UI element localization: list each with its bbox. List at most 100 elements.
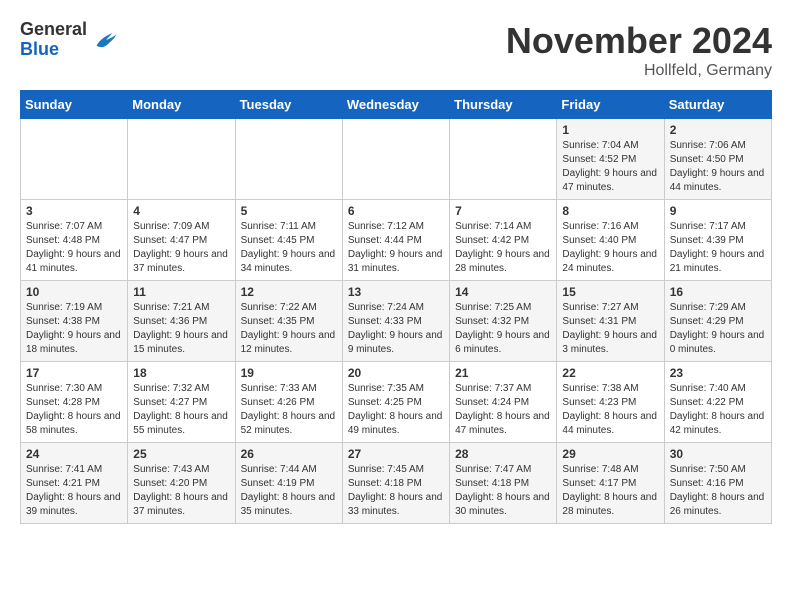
- calendar-cell: 19 Sunrise: 7:33 AM Sunset: 4:26 PM Dayli…: [235, 362, 342, 443]
- header-friday: Friday: [557, 91, 664, 119]
- day-info: Sunrise: 7:44 AM Sunset: 4:19 PM Dayligh…: [241, 463, 337, 519]
- calendar-cell: 3 Sunrise: 7:07 AM Sunset: 4:48 PM Daylig…: [21, 200, 128, 281]
- day-info: Sunrise: 7:04 AM Sunset: 4:52 PM Dayligh…: [562, 139, 658, 195]
- page-header: General Blue November 2024 Hollfeld, Ger…: [20, 20, 772, 80]
- calendar-cell: 24Sunrise: 7:41 AM Sunset: 4:21 PM Dayli…: [21, 443, 128, 524]
- calendar-cell: 1 Sunrise: 7:04 AM Sunset: 4:52 PM Daylig…: [557, 119, 664, 200]
- calendar-body: 1 Sunrise: 7:04 AM Sunset: 4:52 PM Daylig…: [21, 119, 772, 524]
- day-info: Sunrise: 7:22 AM Sunset: 4:35 PM Dayligh…: [241, 301, 337, 357]
- day-info: Sunrise: 7:32 AM Sunset: 4:27 PM Dayligh…: [133, 382, 229, 438]
- day-number: 23: [670, 366, 766, 380]
- calendar-cell: [235, 119, 342, 200]
- calendar-cell: 30 Sunrise: 7:50 AM Sunset: 4:16 PM Dayli…: [664, 443, 771, 524]
- title-block: November 2024 Hollfeld, Germany: [506, 20, 772, 80]
- day-info: Sunrise: 7:24 AM Sunset: 4:33 PM Dayligh…: [348, 301, 444, 357]
- day-number: 5: [241, 204, 337, 218]
- calendar-cell: 29Sunrise: 7:48 AM Sunset: 4:17 PM Dayli…: [557, 443, 664, 524]
- calendar-cell: 22 Sunrise: 7:38 AM Sunset: 4:23 PM Dayli…: [557, 362, 664, 443]
- day-number: 28: [455, 447, 551, 461]
- day-number: 1: [562, 123, 658, 137]
- header-sunday: Sunday: [21, 91, 128, 119]
- calendar-week-4: 24Sunrise: 7:41 AM Sunset: 4:21 PM Dayli…: [21, 443, 772, 524]
- day-info: Sunrise: 7:06 AM Sunset: 4:50 PM Dayligh…: [670, 139, 766, 195]
- header-tuesday: Tuesday: [235, 91, 342, 119]
- logo-blue: Blue: [20, 40, 87, 60]
- calendar-cell: 15Sunrise: 7:27 AM Sunset: 4:31 PM Dayli…: [557, 281, 664, 362]
- day-number: 6: [348, 204, 444, 218]
- day-info: Sunrise: 7:50 AM Sunset: 4:16 PM Dayligh…: [670, 463, 766, 519]
- calendar-cell: [450, 119, 557, 200]
- day-info: Sunrise: 7:07 AM Sunset: 4:48 PM Dayligh…: [26, 220, 122, 276]
- calendar-cell: 12Sunrise: 7:22 AM Sunset: 4:35 PM Dayli…: [235, 281, 342, 362]
- header-saturday: Saturday: [664, 91, 771, 119]
- logo-text: General Blue: [20, 20, 87, 60]
- header-thursday: Thursday: [450, 91, 557, 119]
- day-number: 16: [670, 285, 766, 299]
- day-number: 11: [133, 285, 229, 299]
- day-info: Sunrise: 7:35 AM Sunset: 4:25 PM Dayligh…: [348, 382, 444, 438]
- calendar-cell: 27 Sunrise: 7:45 AM Sunset: 4:18 PM Dayli…: [342, 443, 449, 524]
- calendar-cell: 10Sunrise: 7:19 AM Sunset: 4:38 PM Dayli…: [21, 281, 128, 362]
- day-number: 29: [562, 447, 658, 461]
- day-number: 9: [670, 204, 766, 218]
- day-info: Sunrise: 7:19 AM Sunset: 4:38 PM Dayligh…: [26, 301, 122, 357]
- logo-general: General: [20, 20, 87, 40]
- calendar-cell: 9 Sunrise: 7:17 AM Sunset: 4:39 PM Daylig…: [664, 200, 771, 281]
- calendar-cell: 11 Sunrise: 7:21 AM Sunset: 4:36 PM Dayli…: [128, 281, 235, 362]
- calendar-cell: 25 Sunrise: 7:43 AM Sunset: 4:20 PM Dayli…: [128, 443, 235, 524]
- day-info: Sunrise: 7:11 AM Sunset: 4:45 PM Dayligh…: [241, 220, 337, 276]
- day-number: 7: [455, 204, 551, 218]
- calendar-week-0: 1 Sunrise: 7:04 AM Sunset: 4:52 PM Daylig…: [21, 119, 772, 200]
- day-number: 22: [562, 366, 658, 380]
- calendar-cell: 2 Sunrise: 7:06 AM Sunset: 4:50 PM Daylig…: [664, 119, 771, 200]
- day-number: 17: [26, 366, 122, 380]
- calendar-subtitle: Hollfeld, Germany: [506, 62, 772, 80]
- calendar-cell: 28 Sunrise: 7:47 AM Sunset: 4:18 PM Dayli…: [450, 443, 557, 524]
- day-info: Sunrise: 7:40 AM Sunset: 4:22 PM Dayligh…: [670, 382, 766, 438]
- calendar-week-1: 3 Sunrise: 7:07 AM Sunset: 4:48 PM Daylig…: [21, 200, 772, 281]
- day-info: Sunrise: 7:17 AM Sunset: 4:39 PM Dayligh…: [670, 220, 766, 276]
- calendar-cell: 6 Sunrise: 7:12 AM Sunset: 4:44 PM Daylig…: [342, 200, 449, 281]
- day-info: Sunrise: 7:21 AM Sunset: 4:36 PM Dayligh…: [133, 301, 229, 357]
- calendar-cell: 17Sunrise: 7:30 AM Sunset: 4:28 PM Dayli…: [21, 362, 128, 443]
- calendar-cell: 4 Sunrise: 7:09 AM Sunset: 4:47 PM Daylig…: [128, 200, 235, 281]
- calendar-title: November 2024: [506, 20, 772, 62]
- day-info: Sunrise: 7:33 AM Sunset: 4:26 PM Dayligh…: [241, 382, 337, 438]
- day-number: 20: [348, 366, 444, 380]
- header-row: Sunday Monday Tuesday Wednesday Thursday…: [21, 91, 772, 119]
- day-info: Sunrise: 7:14 AM Sunset: 4:42 PM Dayligh…: [455, 220, 551, 276]
- day-info: Sunrise: 7:43 AM Sunset: 4:20 PM Dayligh…: [133, 463, 229, 519]
- day-info: Sunrise: 7:12 AM Sunset: 4:44 PM Dayligh…: [348, 220, 444, 276]
- calendar-cell: 21Sunrise: 7:37 AM Sunset: 4:24 PM Dayli…: [450, 362, 557, 443]
- day-info: Sunrise: 7:09 AM Sunset: 4:47 PM Dayligh…: [133, 220, 229, 276]
- calendar-cell: 8Sunrise: 7:16 AM Sunset: 4:40 PM Daylig…: [557, 200, 664, 281]
- day-number: 4: [133, 204, 229, 218]
- calendar-cell: [128, 119, 235, 200]
- day-info: Sunrise: 7:37 AM Sunset: 4:24 PM Dayligh…: [455, 382, 551, 438]
- calendar-header: Sunday Monday Tuesday Wednesday Thursday…: [21, 91, 772, 119]
- calendar-cell: [21, 119, 128, 200]
- day-number: 15: [562, 285, 658, 299]
- calendar-cell: 7 Sunrise: 7:14 AM Sunset: 4:42 PM Daylig…: [450, 200, 557, 281]
- calendar-cell: [342, 119, 449, 200]
- day-info: Sunrise: 7:38 AM Sunset: 4:23 PM Dayligh…: [562, 382, 658, 438]
- day-number: 25: [133, 447, 229, 461]
- day-number: 3: [26, 204, 122, 218]
- header-wednesday: Wednesday: [342, 91, 449, 119]
- calendar-week-2: 10Sunrise: 7:19 AM Sunset: 4:38 PM Dayli…: [21, 281, 772, 362]
- calendar-table: Sunday Monday Tuesday Wednesday Thursday…: [20, 90, 772, 524]
- day-info: Sunrise: 7:45 AM Sunset: 4:18 PM Dayligh…: [348, 463, 444, 519]
- day-number: 30: [670, 447, 766, 461]
- calendar-cell: 23 Sunrise: 7:40 AM Sunset: 4:22 PM Dayli…: [664, 362, 771, 443]
- day-number: 27: [348, 447, 444, 461]
- calendar-cell: 5 Sunrise: 7:11 AM Sunset: 4:45 PM Daylig…: [235, 200, 342, 281]
- day-number: 13: [348, 285, 444, 299]
- calendar-cell: 16 Sunrise: 7:29 AM Sunset: 4:29 PM Dayli…: [664, 281, 771, 362]
- day-info: Sunrise: 7:47 AM Sunset: 4:18 PM Dayligh…: [455, 463, 551, 519]
- logo-bird-icon: [91, 26, 119, 54]
- day-number: 19: [241, 366, 337, 380]
- day-number: 2: [670, 123, 766, 137]
- day-info: Sunrise: 7:29 AM Sunset: 4:29 PM Dayligh…: [670, 301, 766, 357]
- day-number: 24: [26, 447, 122, 461]
- day-number: 26: [241, 447, 337, 461]
